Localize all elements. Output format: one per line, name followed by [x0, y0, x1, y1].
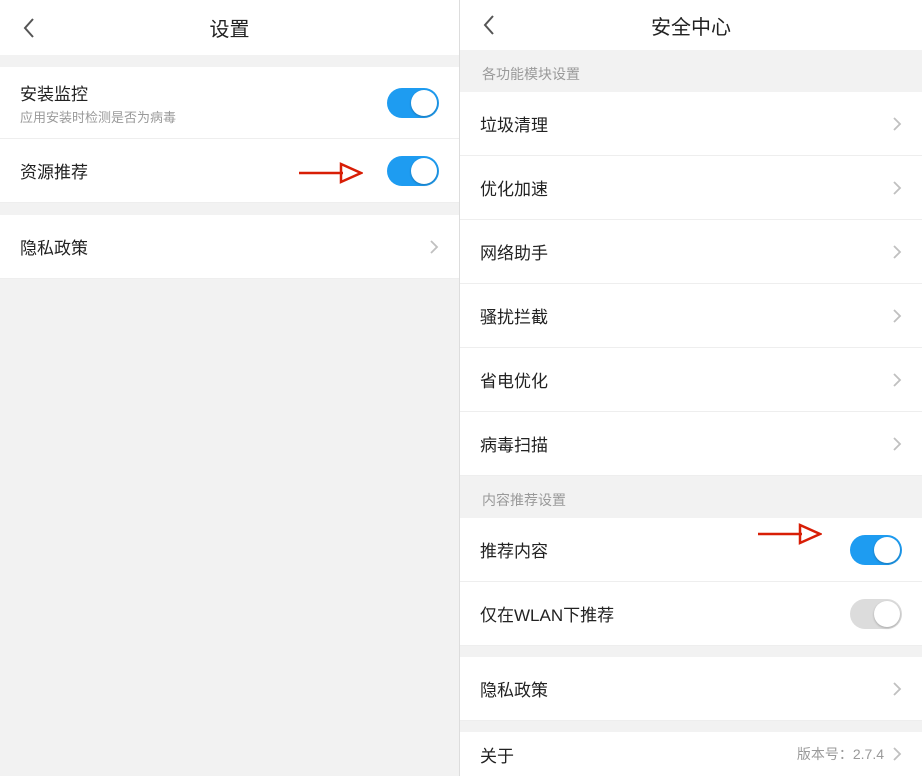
row-virus-scan[interactable]: 病毒扫描	[460, 412, 922, 476]
settings-pane: 设置 安装监控 应用安装时检测是否为病毒 资源推荐 隐私政策	[0, 0, 460, 776]
back-button[interactable]	[14, 13, 44, 43]
chevron-right-icon	[892, 308, 902, 324]
section-header-modules: 各功能模块设置	[460, 50, 922, 92]
row-wlan-only[interactable]: 仅在WLAN下推荐	[460, 582, 922, 646]
about-label: 关于	[480, 742, 514, 767]
version-text: 版本号：2.7.4	[797, 744, 884, 764]
resource-rec-toggle[interactable]	[387, 156, 439, 186]
group-privacy-right: 隐私政策	[460, 657, 922, 721]
power-saving-label: 省电优化	[480, 367, 548, 392]
privacy-label-right: 隐私政策	[480, 676, 548, 701]
chevron-left-icon	[482, 14, 496, 36]
wlan-only-label: 仅在WLAN下推荐	[480, 601, 614, 626]
row-power-saving[interactable]: 省电优化	[460, 348, 922, 412]
topbar-right: 安全中心	[460, 0, 922, 50]
row-recommend-content[interactable]: 推荐内容	[460, 518, 922, 582]
chevron-right-icon	[892, 372, 902, 388]
row-privacy-left[interactable]: 隐私政策	[0, 215, 459, 279]
chevron-right-icon	[892, 116, 902, 132]
row-optimize-boost[interactable]: 优化加速	[460, 156, 922, 220]
row-resource-rec[interactable]: 资源推荐	[0, 139, 459, 203]
row-harassment-block[interactable]: 骚扰拦截	[460, 284, 922, 348]
row-install-monitor[interactable]: 安装监控 应用安装时检测是否为病毒	[0, 67, 459, 139]
row-network-assist[interactable]: 网络助手	[460, 220, 922, 284]
chevron-right-icon	[892, 746, 902, 762]
section-header-recommend: 内容推荐设置	[460, 476, 922, 518]
chevron-left-icon	[22, 17, 36, 39]
privacy-label-left: 隐私政策	[20, 234, 88, 259]
row-junk-clean[interactable]: 垃圾清理	[460, 92, 922, 156]
page-title: 安全中心	[651, 11, 731, 40]
chevron-right-icon	[429, 239, 439, 255]
group-install: 安装监控 应用安装时检测是否为病毒 资源推荐	[0, 67, 459, 203]
virus-scan-label: 病毒扫描	[480, 431, 548, 456]
optimize-boost-label: 优化加速	[480, 175, 548, 200]
install-monitor-sub: 应用安装时检测是否为病毒	[20, 107, 176, 126]
harassment-block-label: 骚扰拦截	[480, 303, 548, 328]
network-assist-label: 网络助手	[480, 239, 548, 264]
group-recommend: 推荐内容 仅在WLAN下推荐	[460, 518, 922, 646]
recommend-content-label: 推荐内容	[480, 537, 548, 562]
install-monitor-toggle[interactable]	[387, 88, 439, 118]
chevron-right-icon	[892, 436, 902, 452]
recommend-content-toggle[interactable]	[850, 535, 902, 565]
group-modules: 垃圾清理 优化加速 网络助手 骚扰拦截 省电优化 病毒扫描	[460, 92, 922, 476]
junk-clean-label: 垃圾清理	[480, 111, 548, 136]
group-privacy-left: 隐私政策	[0, 215, 459, 279]
wlan-only-toggle[interactable]	[850, 599, 902, 629]
security-center-pane: 安全中心 各功能模块设置 垃圾清理 优化加速 网络助手 骚扰拦截 省电优化 病毒…	[460, 0, 922, 776]
chevron-right-icon	[892, 180, 902, 196]
chevron-right-icon	[892, 681, 902, 697]
back-button[interactable]	[474, 10, 504, 40]
chevron-right-icon	[892, 244, 902, 260]
row-privacy-right[interactable]: 隐私政策	[460, 657, 922, 721]
install-monitor-label: 安装监控	[20, 80, 176, 105]
group-about: 关于 版本号：2.7.4	[460, 732, 922, 776]
topbar-left: 设置	[0, 0, 459, 55]
row-about[interactable]: 关于 版本号：2.7.4	[460, 732, 922, 776]
page-title: 设置	[210, 13, 250, 42]
resource-rec-label: 资源推荐	[20, 158, 88, 183]
